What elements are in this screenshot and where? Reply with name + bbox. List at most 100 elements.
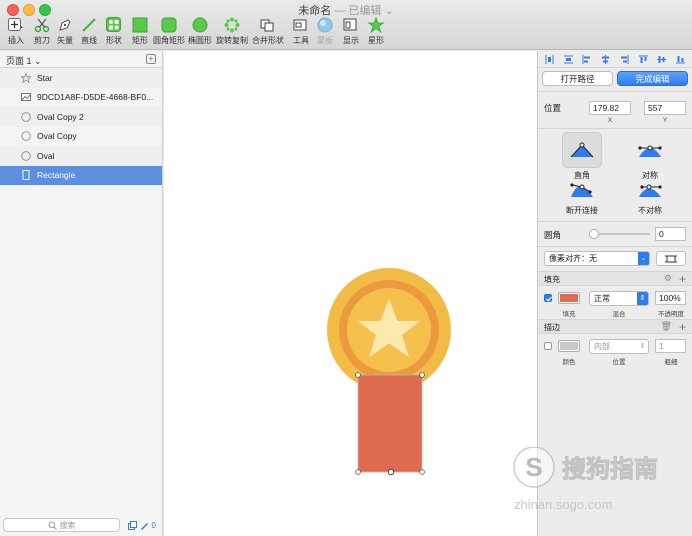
corner-radius-field[interactable]: 0: [655, 227, 686, 241]
app-window: 未命名 — 已编辑 ⌄ 插入 剪刀 矢量 直线 形状 矩形 圆角矩形 椭圆形 旋…: [0, 0, 692, 536]
add-page-icon[interactable]: +: [146, 54, 156, 64]
border-color-swatch[interactable]: [558, 340, 580, 352]
border-width-field[interactable]: 1: [655, 339, 686, 353]
oval-button[interactable]: 椭圆形: [186, 17, 214, 46]
border-title: 描边: [544, 323, 560, 332]
rounded-rectangle-icon: [161, 17, 177, 33]
copy-icon[interactable]: [127, 521, 137, 530]
align-top-icon[interactable]: [638, 55, 648, 64]
open-path-button[interactable]: 打开路径: [542, 71, 613, 86]
layer-star[interactable]: Star: [0, 68, 162, 88]
disconnected-point-icon: [562, 177, 602, 203]
layer-rectangle[interactable]: Rectangle: [0, 165, 162, 185]
slice-brush-icon[interactable]: [140, 521, 149, 530]
add-border-icon[interactable]: +: [679, 321, 686, 333]
inspector-panel: 打开路径 完成编辑 位置 179.82 557 X Y 直角 对称 断开连接 不…: [537, 51, 692, 536]
corner-label: 圆角: [544, 230, 562, 240]
x-position-field[interactable]: 179.82: [589, 101, 631, 115]
finish-edit-button[interactable]: 完成编辑: [617, 71, 688, 86]
chevron-updown-icon: ⇕: [637, 292, 648, 305]
point-type-straight[interactable]: 直角: [557, 132, 607, 181]
border-color-sub-label: 颜色: [562, 359, 576, 366]
align-right-icon[interactable]: [620, 54, 629, 64]
design-canvas[interactable]: [164, 51, 537, 536]
straight-point-icon: [562, 132, 602, 168]
fill-title: 填充: [544, 275, 560, 284]
plus-icon: [8, 17, 24, 33]
search-icon: [48, 521, 57, 530]
rotate-copy-button[interactable]: 旋转复制: [216, 17, 248, 46]
layer-oval[interactable]: Oval: [0, 146, 162, 166]
medal-artwork: [327, 268, 451, 476]
title-toolbar: 未命名 — 已编辑 ⌄ 插入 剪刀 矢量 直线 形状 矩形 圆角矩形 椭圆形 旋…: [0, 0, 692, 50]
layer-list: Star 9DCD1A8F-D5DE-4668-BF0... Oval Copy…: [0, 68, 162, 185]
align-middle-v-icon[interactable]: [657, 55, 667, 64]
opacity-field[interactable]: 100%: [655, 291, 686, 305]
align-distribute-v-icon[interactable]: [563, 55, 573, 64]
fill-color-preview: [560, 294, 578, 302]
corner-radius-section: 圆角 0: [538, 222, 692, 247]
insert-button[interactable]: 插入: [2, 17, 30, 46]
y-position-field[interactable]: 557: [644, 101, 686, 115]
border-position-select[interactable]: 内部 ⇕: [589, 339, 649, 354]
view-button[interactable]: 显示: [337, 17, 365, 46]
rounded-rectangle-button[interactable]: 圆角矩形: [153, 17, 185, 46]
border-row: 内部 ⇕ 1 颜色 位置 粗细: [538, 334, 692, 368]
fill-header: 填充 ⚙ +: [538, 272, 692, 286]
page-selector[interactable]: 页面 1 ⌄ +: [0, 51, 162, 68]
position-section: 位置 179.82 557 X Y: [538, 92, 692, 129]
mirrored-point-icon: [630, 132, 670, 168]
trash-icon[interactable]: 🗑: [661, 321, 672, 332]
oval-icon: [192, 17, 208, 33]
ribbon-rectangle: [358, 375, 422, 472]
mask-button[interactable]: 蒙板: [311, 17, 339, 46]
align-left-icon[interactable]: [582, 54, 591, 64]
tools-icon: [293, 17, 309, 33]
align-center-h-icon[interactable]: [601, 54, 610, 64]
layer-search-input[interactable]: 搜索: [3, 518, 120, 532]
star-button[interactable]: 星形: [362, 17, 390, 46]
combine-icon: [260, 17, 276, 33]
fill-enabled-checkbox[interactable]: [544, 294, 552, 302]
shapes-icon: [106, 17, 122, 33]
frame-button[interactable]: [656, 251, 686, 266]
layer-oval-copy[interactable]: Oval Copy: [0, 127, 162, 147]
blend-mode-select[interactable]: 正常 ⇕: [589, 291, 649, 306]
border-color-preview: [560, 342, 578, 350]
point-type-disconnected[interactable]: 断开连接: [557, 177, 607, 216]
star-icon: [21, 72, 31, 83]
corner-slider-track[interactable]: [593, 233, 650, 235]
pixel-align-section: 像素对齐：无 ⌄: [538, 247, 692, 272]
fill-sub-label: 填充: [562, 311, 576, 318]
border-header: 描边 🗑 +: [538, 320, 692, 334]
border-enabled-checkbox[interactable]: [544, 342, 552, 350]
layers-panel: 页面 1 ⌄ + Star 9DCD1A8F-D5DE-4668-BF0... …: [0, 51, 163, 536]
point-type-asymmetric[interactable]: 不对称: [625, 177, 675, 216]
fill-row: 正常 ⇕ 100% 填充 混合 不透明度: [538, 286, 692, 320]
layer-image[interactable]: 9DCD1A8F-D5DE-4668-BF0...: [0, 88, 162, 108]
align-distribute-h-icon[interactable]: [545, 54, 554, 64]
combine-shapes-button[interactable]: 合并形状: [252, 17, 284, 46]
layer-oval-copy-2[interactable]: Oval Copy 2: [0, 107, 162, 127]
star-icon: [368, 17, 384, 33]
point-type-mirrored[interactable]: 对称: [625, 132, 675, 181]
line-button[interactable]: 直线: [75, 17, 103, 46]
mask-icon: [317, 17, 333, 33]
add-fill-icon[interactable]: +: [679, 273, 686, 285]
pixel-align-select[interactable]: 像素对齐：无 ⌄: [544, 251, 650, 266]
oval-icon: [21, 111, 31, 122]
slice-count: 0: [151, 521, 156, 530]
gear-icon[interactable]: ⚙: [664, 273, 672, 284]
corner-slider-thumb[interactable]: [589, 229, 599, 239]
fill-color-swatch[interactable]: [558, 292, 580, 304]
chevron-updown-icon: ⇕: [639, 343, 646, 350]
image-icon: [21, 92, 31, 102]
layer-footer-tools: 0: [127, 521, 156, 530]
border-position-sub-label: 位置: [612, 359, 626, 366]
path-edit-buttons: 打开路径 完成编辑: [538, 68, 692, 92]
window-title: 未命名 — 已编辑 ⌄: [298, 5, 394, 17]
rectangle-button[interactable]: 矩形: [126, 17, 154, 46]
position-label: 位置: [544, 103, 562, 113]
shape-button[interactable]: 形状: [100, 17, 128, 46]
align-bottom-icon[interactable]: [676, 55, 686, 64]
